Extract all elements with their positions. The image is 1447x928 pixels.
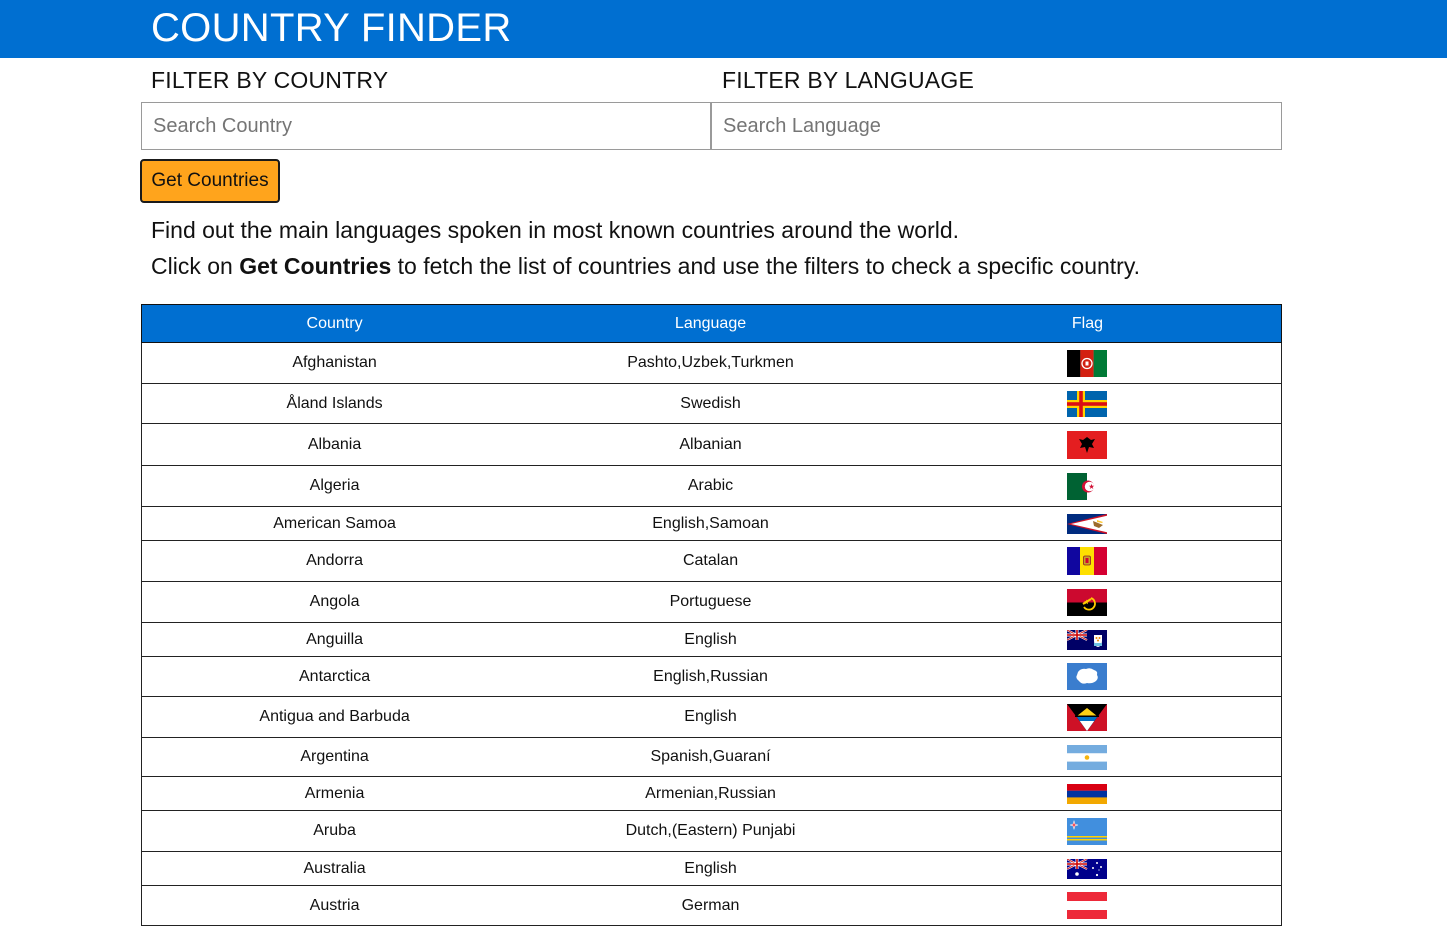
language-cell: Swedish	[527, 383, 894, 424]
country-cell: Austria	[141, 885, 528, 926]
country-cell: Argentina	[141, 737, 528, 777]
table-row: American Samoa English,Samoan	[141, 506, 1282, 541]
table-row: Åland Islands Swedish	[141, 383, 1282, 424]
intro-line-2: Click on Get Countries to fetch the list…	[151, 252, 1140, 280]
flag-american-samoa-icon	[1067, 513, 1108, 534]
app-header: COUNTRY FINDER	[0, 0, 1447, 58]
table-row: Austria German	[141, 885, 1282, 926]
intro-line-1: Find out the main languages spoken in mo…	[151, 217, 960, 243]
table-header-row: Country Language Flag	[141, 304, 1282, 343]
search-country-input[interactable]	[141, 102, 711, 150]
table-row: Afghanistan Pashto,Uzbek,Turkmen	[141, 342, 1282, 384]
table-row: Angola Portuguese	[141, 581, 1282, 623]
flag-andorra-icon	[1067, 547, 1108, 575]
language-cell: English	[527, 696, 894, 738]
flag-antarctica-icon	[1067, 663, 1108, 690]
language-cell: Arabic	[527, 465, 894, 507]
table-row: Australia English	[141, 851, 1282, 886]
column-header-flag: Flag	[893, 304, 1282, 343]
flag-argentina-icon	[1067, 744, 1108, 770]
filter-language-label: FILTER BY LANGUAGE	[722, 67, 974, 93]
table-row: Algeria Arabic	[141, 465, 1282, 507]
table-row: Aruba Dutch,(Eastern) Punjabi	[141, 810, 1282, 852]
intro-line-2-suffix: to fetch the list of countries and use t…	[391, 253, 1141, 279]
flag-aland-icon	[1067, 390, 1108, 417]
search-language-input[interactable]	[711, 102, 1282, 150]
flag-cell	[893, 383, 1282, 424]
country-cell: Åland Islands	[141, 383, 528, 424]
flag-cell	[893, 656, 1282, 697]
flag-cell	[893, 696, 1282, 738]
flag-albania-icon	[1067, 430, 1108, 459]
country-cell: Algeria	[141, 465, 528, 507]
flag-cell	[893, 622, 1282, 657]
language-cell: English,Samoan	[527, 506, 894, 541]
country-cell: Antigua and Barbuda	[141, 696, 528, 738]
flag-cell	[893, 810, 1282, 852]
flag-cell	[893, 423, 1282, 466]
country-cell: Aruba	[141, 810, 528, 852]
table-row: Andorra Catalan	[141, 540, 1282, 582]
language-cell: Portuguese	[527, 581, 894, 623]
table-row: Albania Albanian	[141, 423, 1282, 466]
table-row: Antarctica English,Russian	[141, 656, 1282, 697]
table-row: Armenia Armenian,Russian	[141, 776, 1282, 811]
country-cell: Andorra	[141, 540, 528, 582]
flag-cell	[893, 776, 1282, 811]
language-cell: Albanian	[527, 423, 894, 466]
flag-cell	[893, 342, 1282, 384]
flag-afghanistan-icon	[1067, 349, 1108, 377]
language-cell: Pashto,Uzbek,Turkmen	[527, 342, 894, 384]
flag-cell	[893, 540, 1282, 582]
countries-table: Country Language Flag Afghanistan Pashto…	[141, 304, 1282, 926]
column-header-language: Language	[527, 304, 894, 343]
language-cell: Dutch,(Eastern) Punjabi	[527, 810, 894, 852]
country-cell: Angola	[141, 581, 528, 623]
app-title: COUNTRY FINDER	[151, 6, 512, 50]
language-cell: Spanish,Guaraní	[527, 737, 894, 777]
flag-cell	[893, 581, 1282, 623]
language-cell: English	[527, 622, 894, 657]
language-cell: German	[527, 885, 894, 926]
column-header-country: Country	[141, 304, 528, 343]
language-cell: Armenian,Russian	[527, 776, 894, 811]
flag-cell	[893, 885, 1282, 926]
table-row: Argentina Spanish,Guaraní	[141, 737, 1282, 777]
flag-cell	[893, 737, 1282, 777]
language-cell: English,Russian	[527, 656, 894, 697]
country-cell: Antarctica	[141, 656, 528, 697]
table-row: Antigua and Barbuda English	[141, 696, 1282, 738]
country-cell: Anguilla	[141, 622, 528, 657]
flag-cell	[893, 465, 1282, 507]
country-cell: Australia	[141, 851, 528, 886]
flag-austria-icon	[1067, 892, 1108, 919]
flag-armenia-icon	[1067, 783, 1108, 804]
filter-country-label: FILTER BY COUNTRY	[151, 67, 389, 93]
flag-angola-icon	[1067, 588, 1108, 616]
flag-anguilla-icon	[1067, 629, 1108, 650]
country-cell: Albania	[141, 423, 528, 466]
flag-australia-icon	[1067, 858, 1108, 879]
flag-cell	[893, 506, 1282, 541]
flag-antigua-icon	[1067, 703, 1108, 731]
table-row: Anguilla English	[141, 622, 1282, 657]
language-cell: English	[527, 851, 894, 886]
flag-algeria-icon	[1067, 472, 1108, 500]
flag-aruba-icon	[1067, 817, 1108, 845]
country-cell: American Samoa	[141, 506, 528, 541]
get-countries-button[interactable]: Get Countries	[140, 159, 280, 203]
flag-cell	[893, 851, 1282, 886]
intro-line-2-bold: Get Countries	[239, 253, 392, 279]
country-cell: Afghanistan	[141, 342, 528, 384]
language-cell: Catalan	[527, 540, 894, 582]
country-cell: Armenia	[141, 776, 528, 811]
intro-line-2-prefix: Click on	[151, 253, 240, 279]
